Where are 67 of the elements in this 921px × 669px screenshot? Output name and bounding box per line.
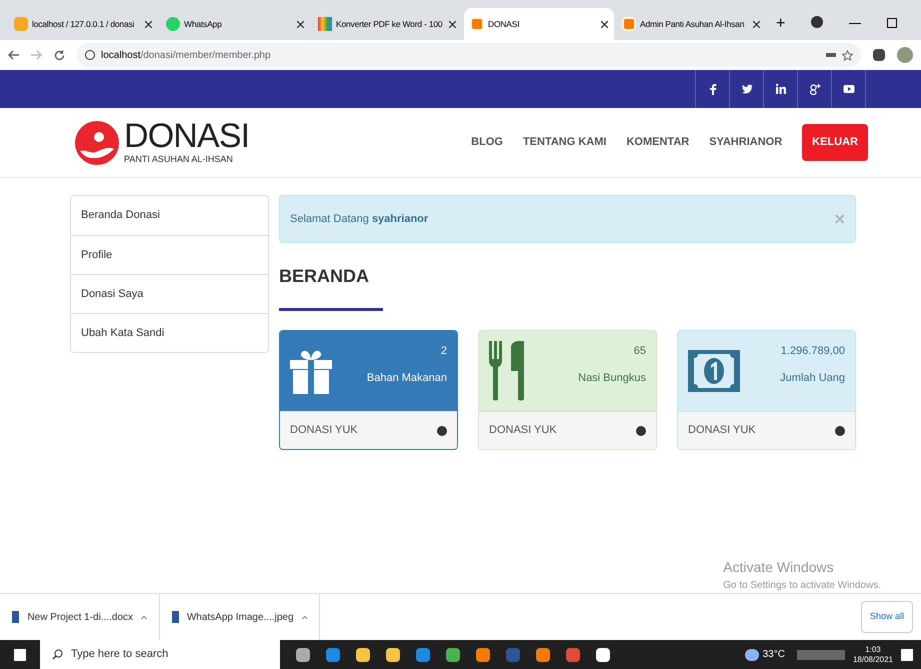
taskbar-app-icon[interactable] [476,648,490,662]
nav-link[interactable]: TENTANG KAMI [522,134,606,151]
welcome-message: Selamat Datang syahrianor [290,212,430,227]
close-icon[interactable] [601,20,608,28]
taskbar-app-icon[interactable] [296,648,310,662]
donate-link[interactable]: DONASI YUK [678,411,855,449]
search-icon [52,649,63,660]
taskbar-app-icon[interactable] [536,648,550,662]
taskbar-search-field[interactable]: Type here to search [40,640,280,669]
new-tab-button[interactable]: + [768,8,794,40]
taskbar-app-icon[interactable] [446,648,460,662]
close-icon[interactable] [145,20,152,28]
file-icon [172,611,179,623]
info-icon [85,50,95,60]
caret-icon [302,614,307,620]
gift-icon [290,348,332,394]
reload-icon[interactable] [54,50,65,60]
taskbar-app-icon[interactable] [386,648,400,662]
stat-value: 65 [634,344,646,359]
browser-tab[interactable]: WhatsApp [160,8,310,40]
logo-title: DONASI [124,118,250,153]
close-icon[interactable] [449,20,456,28]
logout-button[interactable]: KELUAR [802,124,868,161]
banknote-icon [688,350,740,392]
close-icon[interactable] [297,20,304,28]
linkedin-icon[interactable] [774,83,786,95]
sidebar-item[interactable]: Ubah Kata Sandi [71,313,268,352]
taskbar-app-icon[interactable] [356,648,370,662]
clock-date: 18/08/2021 [852,654,893,664]
activation-title: Activate Windows [723,558,835,577]
twitter-icon[interactable] [740,83,752,95]
stat-value: 1.296.789,00 [780,344,845,359]
taskbar-app-icon[interactable] [596,648,610,662]
google-plus-icon[interactable] [808,83,820,95]
donate-link[interactable]: DONASI YUK [280,411,457,449]
address-bar[interactable]: localhost/donasi/member/member.php [77,43,861,67]
stat-label: Nasi Bungkus [578,370,646,386]
temperature: 33°C [762,648,785,662]
browser-tab[interactable]: localhost / 127.0.0.1 / donasi [8,8,158,40]
browser-tab[interactable]: Konverter PDF ke Word - 100 [312,8,462,40]
sidebar-item[interactable]: Donasi Saya [71,274,268,313]
browser-tab[interactable]: Admin Panti Asuhan Al-Ihsan [616,8,766,40]
nav-link[interactable]: KOMENTAR [626,134,690,151]
activation-text: Go to Settings to activate Windows. [723,579,881,593]
logo-subtitle: PANTI ASUHAN AL-IHSAN [124,152,234,166]
star-icon[interactable] [842,50,853,60]
back-icon[interactable] [8,50,19,60]
avatar-icon[interactable] [897,47,913,63]
caret-icon [141,614,147,620]
stat-label: Bahan Makanan [366,370,447,386]
close-icon[interactable] [753,20,760,28]
browser-tab[interactable]: DONASI [464,8,614,40]
clock-time: 1:03 [865,644,881,654]
nav-link[interactable]: BLOG [471,134,503,151]
page-heading: BERANDA [279,265,369,288]
show-all-button[interactable]: Show all [860,601,913,633]
sidebar-item[interactable]: Profile [71,235,268,274]
stat-label: Jumlah Uang [780,370,845,386]
restore-icon[interactable] [887,18,897,28]
tab-logo-icon [622,17,636,31]
play-icon[interactable] [842,83,854,95]
file-icon [12,611,20,623]
nav-link[interactable]: SYAHRIANOR [709,134,782,151]
tab-logo-icon [470,17,484,31]
stat-value: 2 [440,344,447,359]
donate-link[interactable]: DONASI YUK [479,411,656,449]
sidebar-item[interactable]: Beranda Donasi [71,196,268,235]
